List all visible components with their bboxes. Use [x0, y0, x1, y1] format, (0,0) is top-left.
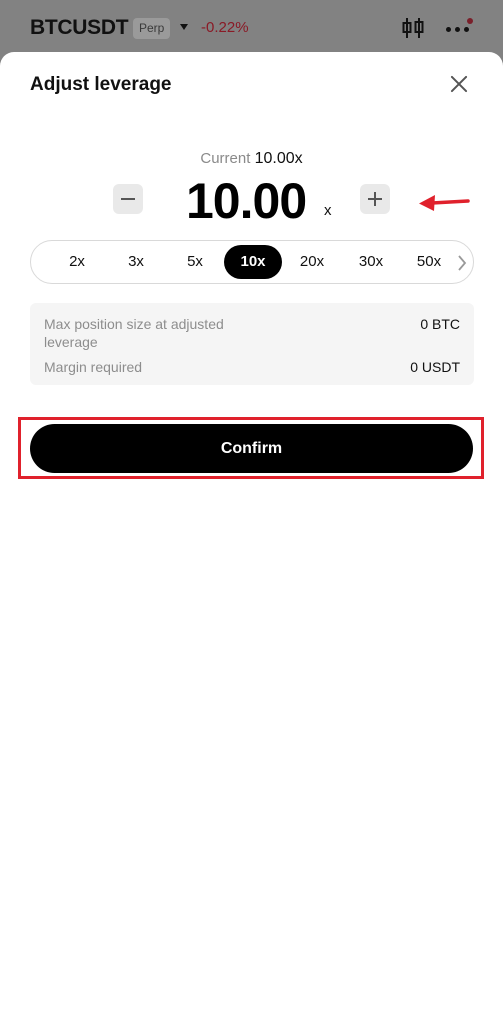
leverage-value[interactable]: 10.00	[186, 172, 307, 230]
perp-badge: Perp	[133, 18, 171, 39]
background-header: BTCUSDT Perp -0.22%	[0, 0, 503, 60]
price-change: -0.22%	[201, 19, 249, 36]
increase-leverage-button[interactable]	[360, 184, 390, 214]
close-icon[interactable]	[446, 71, 472, 97]
max-position-label: Max position size at adjusted leverage	[44, 316, 224, 350]
leverage-chip-5x[interactable]: 5x	[169, 245, 221, 279]
symbol-title[interactable]: BTCUSDT	[30, 16, 129, 40]
chevron-right-icon[interactable]	[455, 254, 469, 272]
margin-required-value: 0 USDT	[410, 359, 460, 375]
notification-dot	[467, 18, 473, 24]
current-label: Current	[200, 150, 251, 167]
candlestick-icon[interactable]	[401, 16, 425, 40]
max-position-value: 0 BTC	[420, 316, 460, 332]
leverage-chip-10x[interactable]: 10x	[224, 245, 282, 279]
chevron-down-icon[interactable]	[180, 24, 188, 30]
leverage-chip-20x[interactable]: 20x	[286, 245, 338, 279]
leverage-chip-30x[interactable]: 30x	[345, 245, 397, 279]
adjust-leverage-sheet: Adjust leverage Current 10.00x 10.00 x 2…	[0, 52, 503, 1024]
leverage-chip-3x[interactable]: 3x	[110, 245, 162, 279]
more-dots-icon[interactable]	[446, 18, 473, 38]
leverage-preset-row: 2x 3x 5x 10x 20x 30x 50x	[30, 240, 474, 284]
current-value: 10.00x	[254, 150, 303, 167]
leverage-info-box: Max position size at adjusted leverage 0…	[30, 303, 474, 385]
margin-required-label: Margin required	[44, 359, 143, 375]
sheet-title: Adjust leverage	[30, 74, 172, 95]
leverage-chip-50x[interactable]: 50x	[403, 245, 455, 279]
current-leverage: Current 10.00x	[0, 150, 503, 168]
leverage-unit: x	[324, 202, 332, 219]
leverage-chip-2x[interactable]: 2x	[51, 245, 103, 279]
confirm-button[interactable]: Confirm	[30, 424, 473, 473]
minus-icon	[121, 198, 135, 200]
annotation-arrow-icon	[419, 195, 470, 211]
decrease-leverage-button[interactable]	[113, 184, 143, 214]
